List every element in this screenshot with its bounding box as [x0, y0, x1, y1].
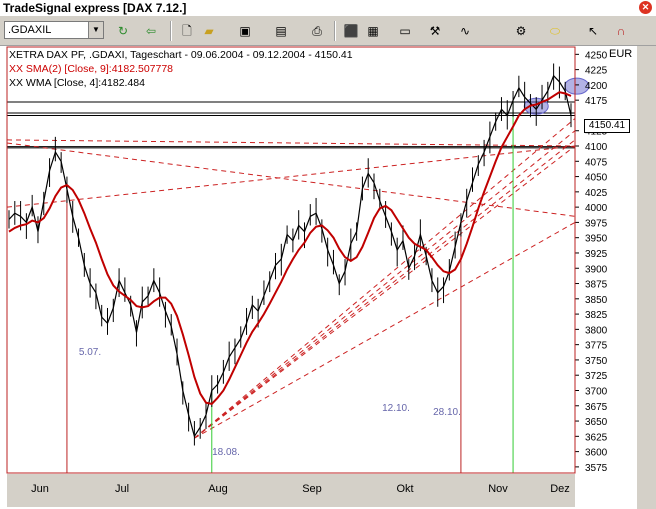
currency-label: EUR	[609, 48, 633, 60]
price-tick-label: 4225	[585, 66, 608, 77]
window-title: TradeSignal express [DAX 7.12.]	[3, 1, 187, 15]
new-icon[interactable]: 🗋	[178, 22, 196, 40]
month-label: Aug	[208, 483, 228, 495]
price-tick-label: 3925	[585, 249, 608, 260]
trend-line	[194, 145, 576, 439]
symbol-combo[interactable]: .GDAXIL ▼	[4, 21, 104, 39]
tools-icon[interactable]: ⚒	[426, 22, 444, 40]
back-icon[interactable]: ⇦	[142, 22, 160, 40]
legend-wma: XX WMA [Close, 4]:4182.484	[9, 77, 145, 89]
trend-line	[194, 139, 576, 439]
month-label: Sep	[302, 483, 322, 495]
close-icon[interactable]: ✕	[639, 1, 652, 14]
properties-icon[interactable]: ∿	[456, 22, 474, 40]
magnet-icon[interactable]: ∩	[612, 22, 630, 40]
refresh-icon[interactable]: ↻	[114, 22, 132, 40]
price-tick-label: 3750	[585, 356, 608, 367]
price-tick-label: 3600	[585, 448, 608, 459]
open-icon[interactable]: ▰	[200, 22, 218, 40]
price-tick-label: 3950	[585, 234, 608, 245]
legend-sma: XX SMA(2) [Close, 9]:4182.507778	[9, 63, 174, 75]
title-bar: TradeSignal express [DAX 7.12.] ✕	[0, 0, 656, 16]
price-tick-label: 3775	[585, 341, 608, 352]
chart-area[interactable]: 4250422542004175412541004075405040254000…	[0, 46, 637, 509]
month-label: Dez	[550, 483, 570, 495]
indicator-icon[interactable]: ▦	[364, 22, 382, 40]
trend-line	[194, 130, 576, 439]
price-tick-label: 4050	[585, 173, 608, 184]
chart-legend: XETRA DAX PF, .GDAXI, Tageschart - 09.06…	[9, 48, 353, 90]
toolbar: .GDAXIL ▼ ↻ ⇦ 🗋 ▰ ▣ ▤ ⎙ ⬛ ▦ ▭ ⚒ ∿ ⚙ ⬭ ↖ …	[0, 17, 656, 46]
date-annotation: 12.10.	[382, 403, 410, 414]
price-tick-label: 4100	[585, 142, 608, 153]
price-tick-label: 3625	[585, 432, 608, 443]
price-tick-label: 3800	[585, 325, 608, 336]
legend-price: XETRA DAX PF, .GDAXI, Tageschart - 09.06…	[9, 49, 353, 61]
toolbar-separator	[334, 21, 336, 41]
date-annotation: 5.07.	[79, 347, 101, 358]
settings-icon[interactable]: ⚙	[512, 22, 530, 40]
wma-line	[8, 74, 572, 438]
month-label: Okt	[396, 483, 413, 495]
month-label: Jul	[115, 483, 129, 495]
price-tick-label: 4025	[585, 188, 608, 199]
price-tick-label: 4250	[585, 50, 608, 61]
price-tick-label: 3900	[585, 264, 608, 275]
month-label: Nov	[488, 483, 508, 495]
chart-svg[interactable]: 4250422542004175412541004075405040254000…	[0, 46, 637, 509]
pointer-icon[interactable]: ↖	[584, 22, 602, 40]
price-tick-label: 3975	[585, 218, 608, 229]
chevron-down-icon[interactable]: ▼	[88, 22, 103, 38]
print-icon[interactable]: ⎙	[308, 22, 326, 40]
price-tick-label: 3875	[585, 280, 608, 291]
symbol-value: .GDAXIL	[8, 24, 52, 36]
price-tick-label: 3725	[585, 371, 608, 382]
price-tick-label: 4000	[585, 203, 608, 214]
print-setup-icon[interactable]: ▤	[272, 22, 290, 40]
price-tick-label: 3825	[585, 310, 608, 321]
chart-frame	[6, 46, 576, 474]
chart-icon[interactable]: ⬛	[342, 22, 360, 40]
price-tick-label: 4200	[585, 81, 608, 92]
price-tick-label: 3700	[585, 386, 608, 397]
save-icon[interactable]: ▣	[236, 22, 254, 40]
chart-type-icon[interactable]: ▭	[396, 22, 414, 40]
price-tick-label: 3650	[585, 417, 608, 428]
vertical-scrollbar[interactable]	[637, 46, 656, 509]
toolbar-separator	[170, 21, 172, 41]
price-tick-label: 3675	[585, 402, 608, 413]
price-tick-label: 3850	[585, 295, 608, 306]
price-tick-label: 3575	[585, 463, 608, 474]
date-annotation: 18.08.	[212, 447, 240, 458]
price-tick-label: 4075	[585, 157, 608, 168]
month-label: Jun	[31, 483, 49, 495]
date-annotation: 28.10.	[433, 407, 461, 418]
ellipse-icon[interactable]: ⬭	[546, 22, 564, 40]
price-tick-label: 4175	[585, 96, 608, 107]
last-price-label: 4150.41	[584, 119, 630, 133]
